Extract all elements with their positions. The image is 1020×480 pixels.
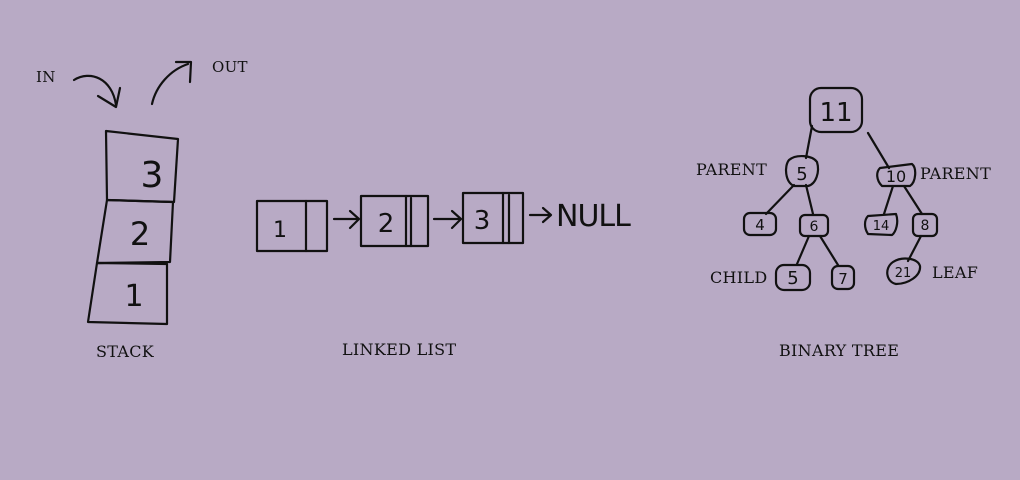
tree-edge-root-left: [804, 124, 814, 160]
tree-parent-left-label: PARENT: [696, 160, 768, 179]
tree-node-21-value: 21: [895, 266, 912, 281]
list-node-1-box: [255, 199, 329, 253]
tree-parent-right-label: PARENT: [920, 164, 992, 183]
stack-caption: STACK: [96, 342, 155, 361]
tree-node-root-value: 11: [819, 98, 852, 128]
push-arrow-head: [96, 86, 122, 109]
list-node-2-value: 2: [378, 209, 395, 239]
pop-arrow: [150, 62, 190, 106]
stack-out-label: OUT: [212, 58, 248, 76]
list-node-2-box: [359, 194, 430, 248]
tree-edge-10-14: [882, 184, 895, 216]
tree-node-4-value: 4: [755, 216, 765, 234]
diagram-canvas: 3 2 1 1 2 3 NULL 11 5 10 4 6 14 8 5 7 21: [72, 60, 939, 326]
stack-item-mid-value: 2: [130, 215, 150, 253]
tree-node-5b-value: 5: [787, 268, 798, 289]
stack-item-top-value: 3: [141, 155, 164, 196]
tree-child-label: CHILD: [710, 268, 768, 287]
tree-node-8-value: 8: [921, 218, 930, 234]
list-node-3-value: 3: [474, 206, 491, 236]
tree-edge-6-5: [795, 234, 811, 266]
tree-edge-root-right: [866, 131, 891, 170]
tree-edge-5-4: [764, 183, 796, 216]
list-node-1-value: 1: [273, 218, 287, 243]
list-node-3-box: [461, 191, 525, 245]
tree-node-5-value: 5: [796, 164, 807, 185]
stack-diagram: 3 2 1: [72, 60, 193, 326]
stack-item-bottom-value: 1: [124, 279, 143, 314]
push-arrow: [72, 74, 118, 107]
tree-node-6-value: 6: [810, 219, 819, 235]
tree-leaf-label: LEAF: [932, 263, 979, 282]
tree-node-10-value: 10: [886, 167, 906, 186]
tree-edge-10-8: [902, 184, 924, 216]
stack-in-label: IN: [36, 68, 56, 86]
binary-tree-caption: BINARY TREE: [779, 341, 900, 360]
tree-node-7-value: 7: [838, 270, 848, 288]
tree-node-14-value: 14: [873, 219, 890, 234]
tree-edge-6-7: [818, 234, 840, 267]
tree-edge-8-21: [906, 234, 923, 263]
list-null-terminator: NULL: [556, 199, 631, 234]
linked-list-caption: LINKED LIST: [342, 340, 457, 359]
binary-tree-diagram: 11 5 10 4 6 14 8 5 7 21: [742, 86, 939, 292]
linked-list-diagram: 1 2 3 NULL: [255, 191, 632, 253]
tree-edge-5-6: [804, 183, 815, 216]
